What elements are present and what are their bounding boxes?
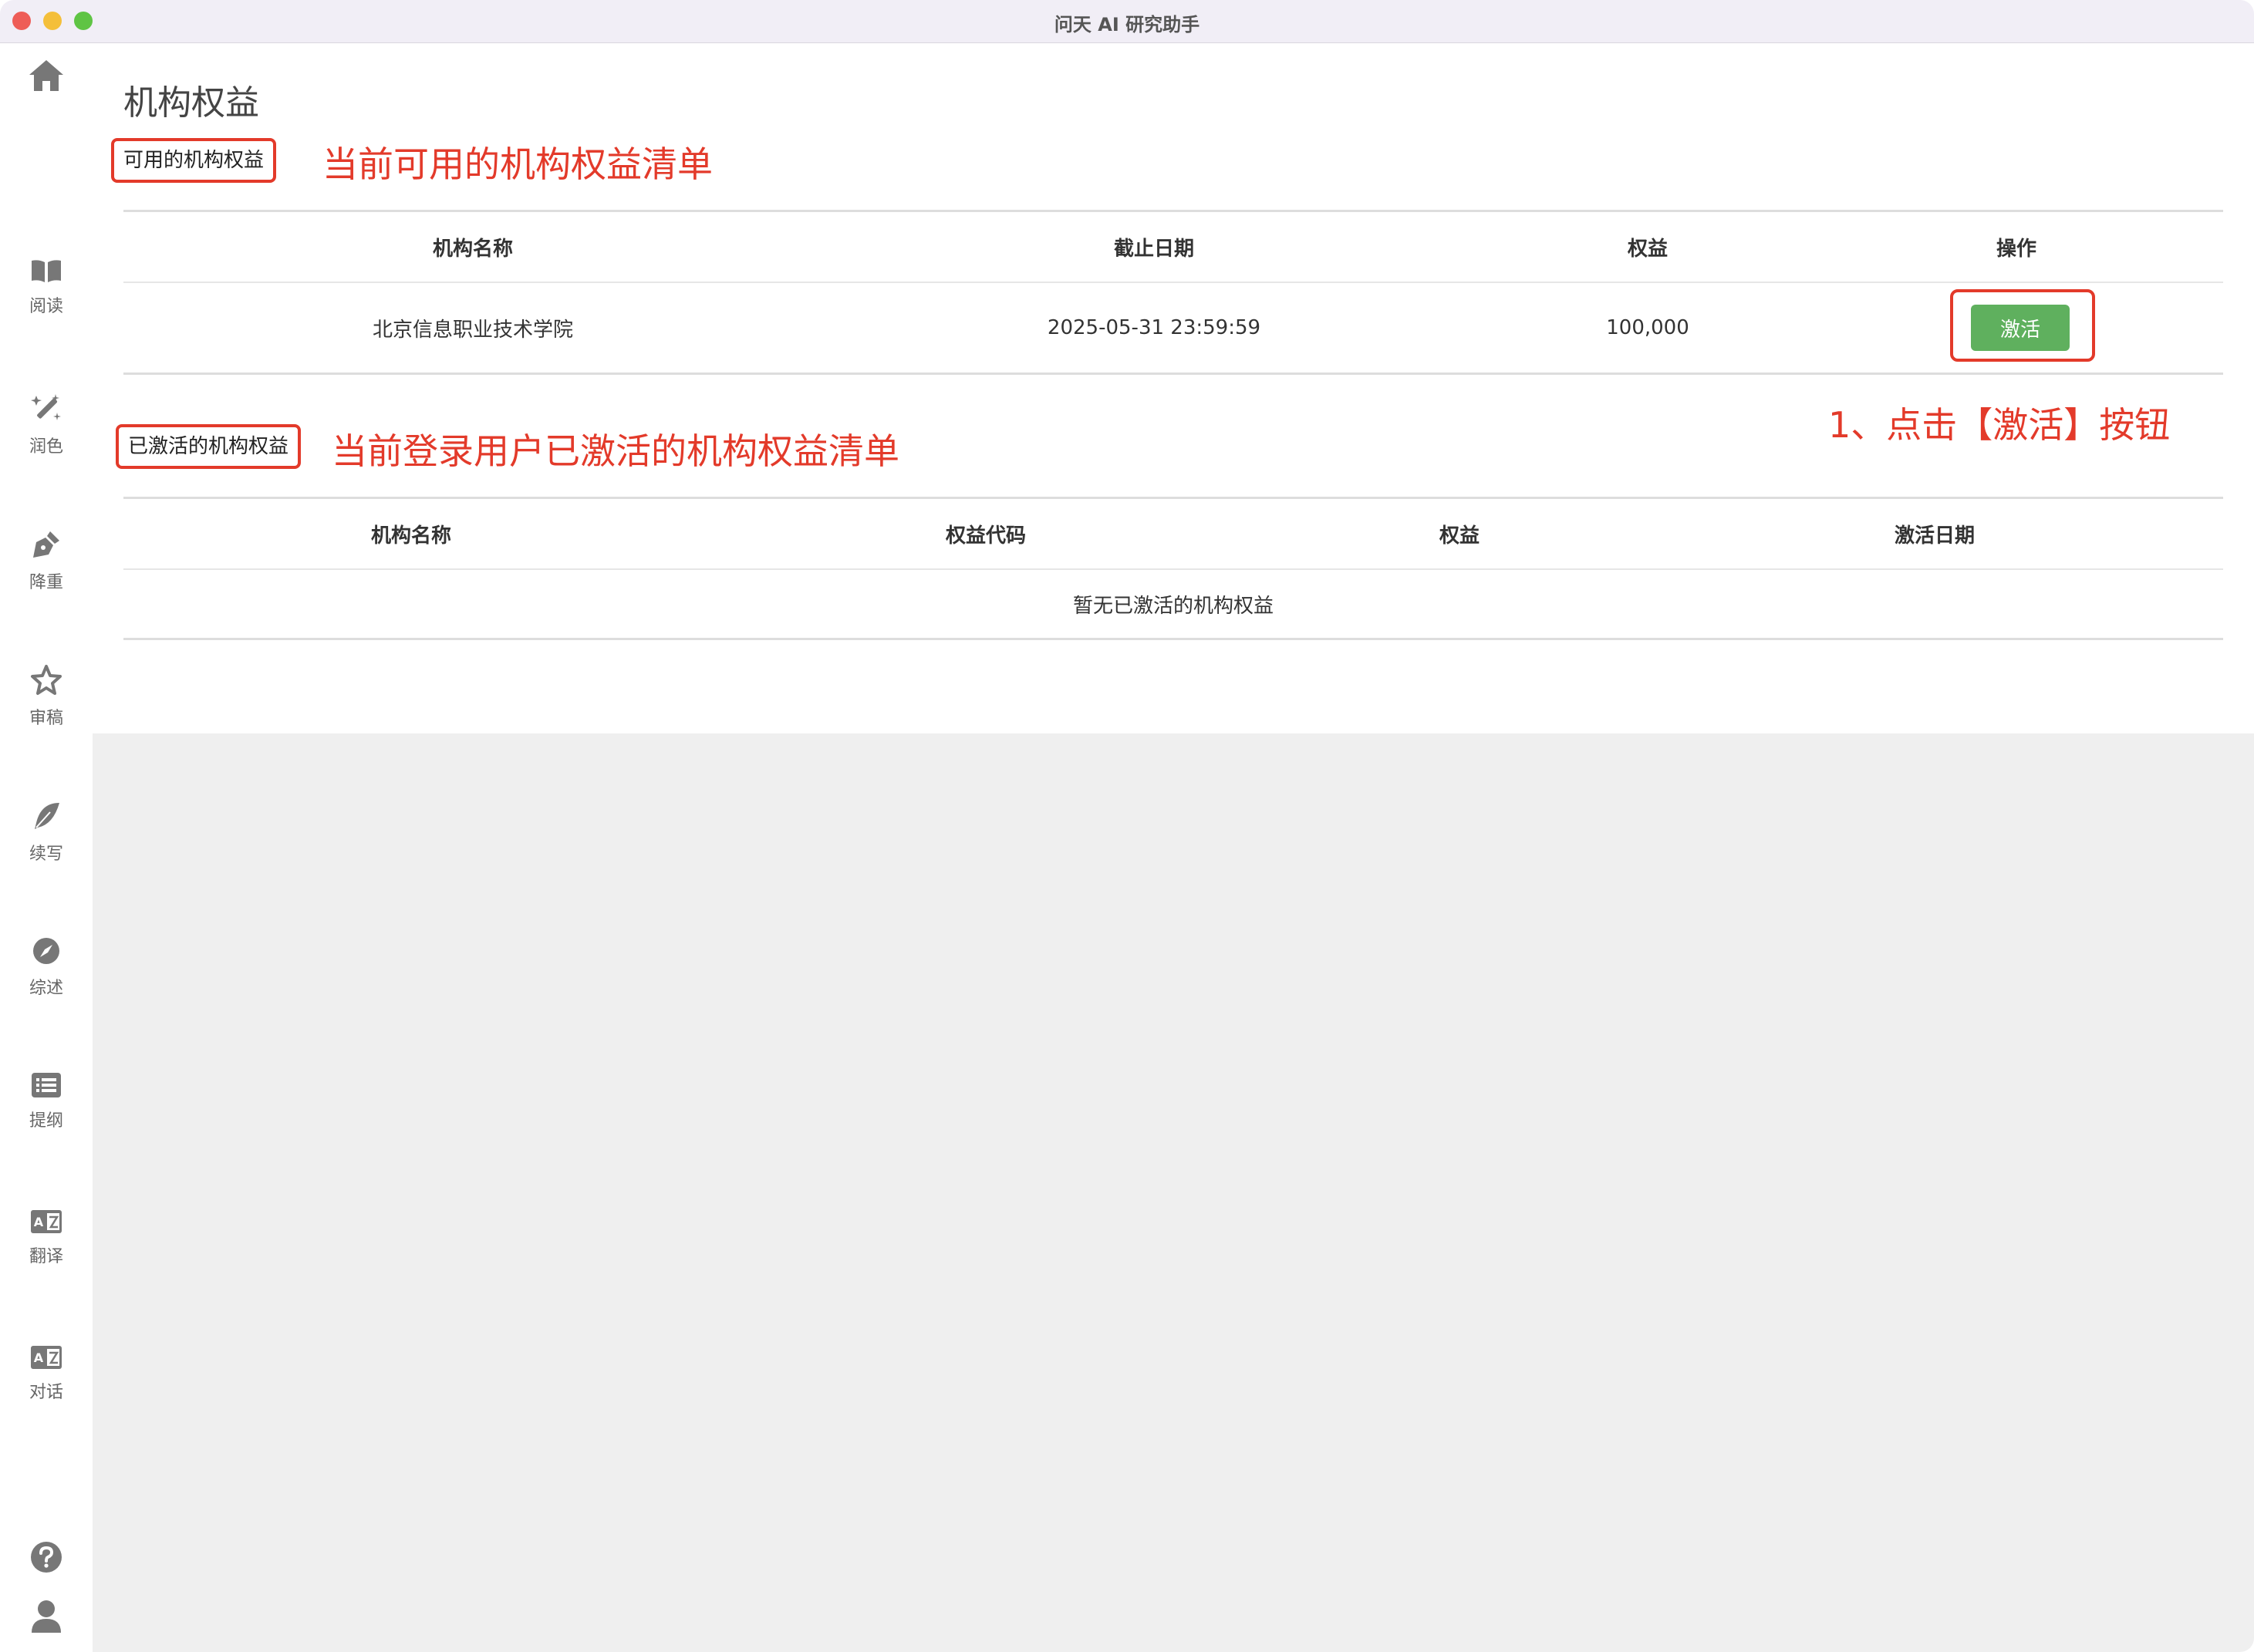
list-icon <box>32 1073 61 1097</box>
column-header: 操作 <box>1996 237 2036 261</box>
sidebar-item-label: 提纲 <box>29 1111 63 1131</box>
step-annotation: 1、点击【激活】按钮 <box>1828 404 2171 446</box>
sidebar-item-label: 审稿 <box>29 709 63 728</box>
sidebar: 阅读 润色 降重 审稿 续写 综述 提纲 A 翻译 A 对话 <box>0 44 93 1652</box>
compass-icon <box>33 938 59 964</box>
empty-background <box>93 733 2254 1652</box>
empty-message: 暂无已激活的机构权益 <box>1072 594 1274 618</box>
column-header: 权益代码 <box>945 524 1026 548</box>
sidebar-item-translate[interactable]: A 翻译 <box>0 1209 93 1267</box>
institution-name: 北京信息职业技术学院 <box>372 318 573 342</box>
available-section-label: 可用的机构权益 <box>111 138 277 183</box>
activated-section-label: 已激活的机构权益 <box>116 424 302 469</box>
svg-text:A: A <box>34 1215 44 1229</box>
table-row: 北京信息职业技术学院 2025-05-31 23:59:59 100,000 激… <box>123 283 2223 373</box>
question-icon <box>31 1542 62 1573</box>
magic-wand-icon <box>31 394 61 420</box>
sidebar-item-label: 阅读 <box>29 297 63 316</box>
sidebar-item-continue[interactable]: 续写 <box>0 800 93 865</box>
book-icon <box>32 260 61 282</box>
column-header: 权益 <box>1627 237 1668 261</box>
sidebar-item-chat[interactable]: A 对话 <box>0 1344 93 1403</box>
sidebar-item-label: 综述 <box>29 979 63 998</box>
user-profile-button[interactable] <box>0 1599 93 1634</box>
home-icon <box>29 60 63 91</box>
table-empty-row: 暂无已激活的机构权益 <box>123 570 2223 638</box>
available-table: 机构名称 截止日期 权益 操作 北京信息职业技术学院 2025-05-31 23… <box>123 210 2223 375</box>
sidebar-item-label: 对话 <box>29 1383 63 1402</box>
quota-value: 100,000 <box>1606 316 1689 339</box>
column-header: 激活日期 <box>1894 524 1975 548</box>
app-window: 问天 AI 研究助手 阅读 润色 降重 审稿 续写 综述 提纲 A 翻译 A 对… <box>0 0 2254 1652</box>
user-icon <box>32 1600 61 1633</box>
help-button[interactable] <box>0 1540 93 1574</box>
sidebar-item-label: 续写 <box>29 845 63 864</box>
sidebar-item-outline[interactable]: 提纲 <box>0 1071 93 1131</box>
translate-icon: A <box>31 1210 62 1233</box>
sidebar-item-survey[interactable]: 综述 <box>0 936 93 999</box>
svg-text:A: A <box>34 1350 44 1365</box>
column-header: 截止日期 <box>1113 237 1194 261</box>
activate-button-highlight <box>1950 289 2095 362</box>
available-annotation: 当前可用的机构权益清单 <box>322 143 713 185</box>
sidebar-item-label: 降重 <box>29 573 63 592</box>
sidebar-item-read[interactable]: 阅读 <box>0 258 93 317</box>
deadline-date: 2025-05-31 23:59:59 <box>1047 316 1261 339</box>
table-header-row: 机构名称 权益代码 权益 激活日期 <box>123 499 2223 570</box>
sidebar-item-label: 翻译 <box>29 1247 63 1266</box>
sidebar-item-dedup[interactable]: 降重 <box>0 528 93 593</box>
title-bar: 问天 AI 研究助手 <box>0 0 2254 43</box>
sidebar-item-label: 润色 <box>29 437 63 457</box>
star-icon <box>31 665 62 695</box>
feather-icon <box>35 803 59 829</box>
pen-nib-icon <box>33 531 59 558</box>
column-header: 机构名称 <box>432 237 513 261</box>
sidebar-item-review[interactable]: 审稿 <box>0 664 93 729</box>
column-header: 机构名称 <box>370 524 451 548</box>
main-content: 机构权益 可用的机构权益 当前可用的机构权益清单 机构名称 截止日期 权益 操作… <box>93 44 2254 733</box>
sidebar-item-polish[interactable]: 润色 <box>0 393 93 457</box>
table-header-row: 机构名称 截止日期 权益 操作 <box>123 212 2223 283</box>
page-title: 机构权益 <box>123 83 259 123</box>
activated-table: 机构名称 权益代码 权益 激活日期 暂无已激活的机构权益 <box>123 497 2223 640</box>
sidebar-item-home[interactable] <box>0 58 93 93</box>
activated-annotation: 当前登录用户已激活的机构权益清单 <box>332 430 899 472</box>
translate-icon: A <box>31 1346 62 1369</box>
column-header: 权益 <box>1439 524 1480 548</box>
window-title: 问天 AI 研究助手 <box>1054 14 1200 35</box>
